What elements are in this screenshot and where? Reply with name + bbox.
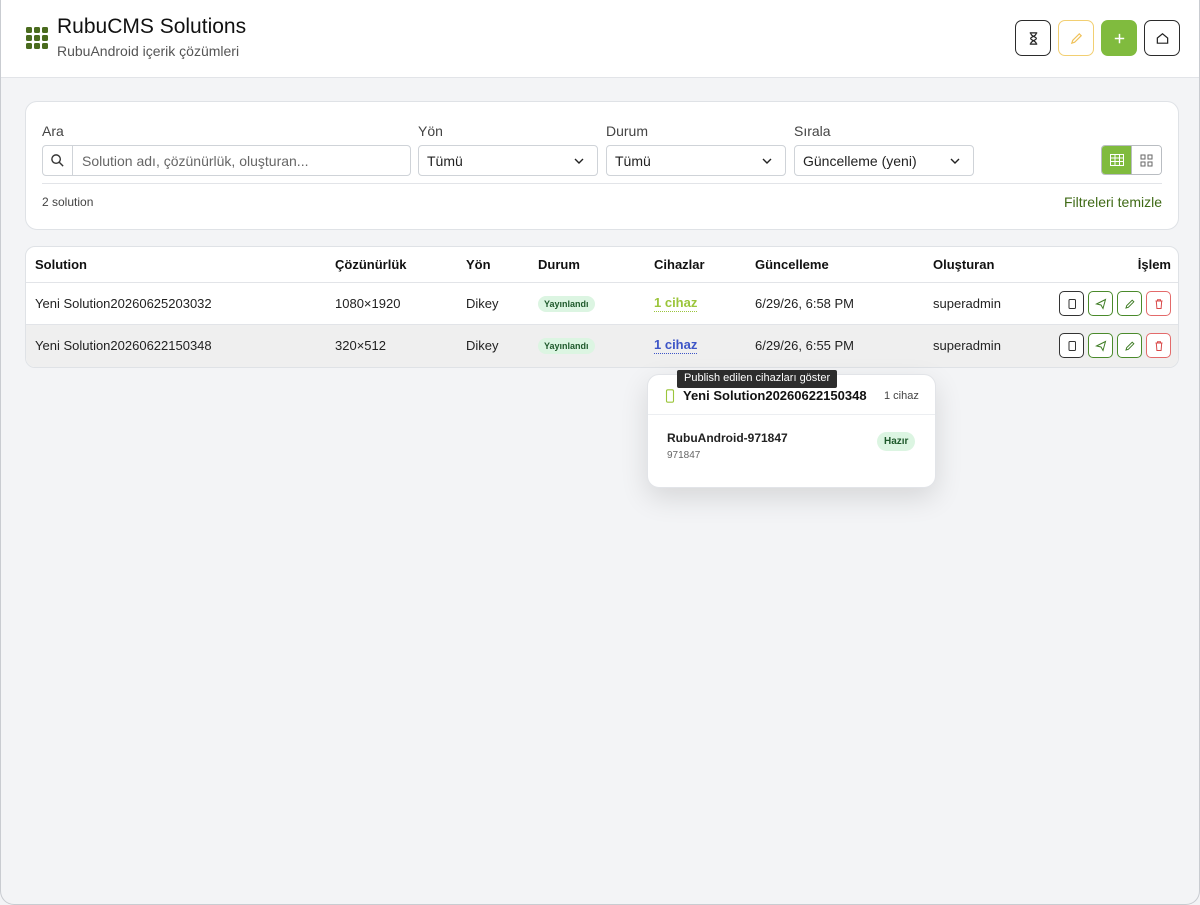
copy-icon	[1068, 340, 1076, 351]
status-value: Tümü	[615, 153, 651, 169]
edit-button[interactable]	[1117, 333, 1142, 358]
creator: superadmin	[933, 296, 1001, 311]
chevron-down-icon	[762, 158, 772, 164]
orientation-label: Yön	[418, 123, 443, 139]
page-subtitle: RubuAndroid içerik çözümleri	[57, 43, 240, 59]
updated-at: 6/29/26, 6:55 PM	[755, 338, 855, 353]
status-badge: Yayınlandı	[538, 296, 595, 312]
resolution: 320×512	[335, 338, 386, 353]
view-toggle	[1101, 145, 1162, 175]
updated-at: 6/29/26, 6:58 PM	[755, 296, 855, 311]
sort-label: Sırala	[794, 123, 831, 139]
grid-icon	[1140, 154, 1153, 166]
add-solution-button[interactable]	[1101, 20, 1137, 56]
col-solution[interactable]: Solution	[35, 257, 87, 272]
phone-icon	[665, 389, 675, 403]
trash-icon	[1155, 298, 1162, 309]
orientation: Dikey	[466, 338, 499, 353]
col-devices[interactable]: Cihazlar	[654, 257, 705, 272]
trash-icon	[1155, 340, 1162, 351]
filter-panel: Ara Yön Tümü Durum Tümü Sırala	[25, 101, 1179, 230]
hourglass-icon	[1029, 31, 1037, 45]
table-header: Solution Çözünürlük Yön Durum Cihazlar G…	[26, 247, 1178, 283]
home-icon	[1156, 32, 1168, 44]
delete-button[interactable]	[1146, 333, 1171, 358]
col-creator[interactable]: Oluşturan	[933, 257, 994, 272]
sort-value: Güncelleme (yeni)	[803, 153, 917, 169]
app-window: RubuCMS Solutions RubuAndroid içerik çöz…	[0, 0, 1200, 905]
top-header: RubuCMS Solutions RubuAndroid içerik çöz…	[1, 0, 1199, 78]
solution-name: Yeni Solution20260622150348	[35, 338, 212, 353]
pencil-icon	[1124, 340, 1135, 351]
device-id: 971847	[667, 450, 701, 461]
table-row[interactable]: Yeni Solution20260625203032 1080×1920 Di…	[26, 283, 1178, 325]
col-orientation[interactable]: Yön	[466, 257, 491, 272]
chevron-down-icon	[950, 158, 960, 164]
creator: superadmin	[933, 338, 1001, 353]
result-count: 2 solution	[42, 195, 94, 209]
orientation: Dikey	[466, 296, 499, 311]
device-name: RubuAndroid-971847	[667, 431, 788, 445]
copy-icon	[1068, 298, 1076, 309]
status-badge: Yayınlandı	[538, 338, 595, 354]
devices-link[interactable]: 1 cihaz	[654, 295, 698, 312]
plus-icon	[1114, 33, 1124, 43]
pencil-icon	[1124, 298, 1135, 309]
duplicate-button[interactable]	[1059, 291, 1084, 316]
popover-title: Yeni Solution20260622150348	[683, 388, 867, 403]
solution-name: Yeni Solution20260625203032	[35, 296, 212, 311]
col-status[interactable]: Durum	[538, 257, 580, 272]
publish-button[interactable]	[1088, 291, 1113, 316]
grid-view-button[interactable]	[1131, 146, 1161, 174]
resolution: 1080×1920	[335, 296, 401, 311]
search-label: Ara	[42, 123, 64, 139]
history-button[interactable]	[1015, 20, 1051, 56]
col-updated[interactable]: Güncelleme	[755, 257, 829, 272]
table-icon	[1109, 154, 1124, 166]
device-status-badge: Hazır	[877, 432, 916, 451]
pen-icon	[1070, 32, 1082, 44]
chevron-down-icon	[574, 158, 584, 164]
table-row[interactable]: Yeni Solution20260622150348 320×512 Dike…	[26, 325, 1178, 367]
popover-device-count: 1 cihaz	[884, 390, 919, 402]
clear-filters-link[interactable]: Filtreleri temizle	[1064, 194, 1162, 210]
devices-tooltip: Publish edilen cihazları göster	[677, 370, 838, 388]
col-actions: İşlem	[1137, 257, 1171, 272]
home-button[interactable]	[1144, 20, 1180, 56]
apps-grid-icon	[26, 27, 48, 49]
duplicate-button[interactable]	[1059, 333, 1084, 358]
filter-divider	[42, 183, 1162, 184]
edit-mode-button[interactable]	[1058, 20, 1094, 56]
edit-button[interactable]	[1117, 291, 1142, 316]
page-title: RubuCMS Solutions	[57, 15, 247, 38]
status-select[interactable]: Tümü	[606, 145, 786, 176]
table-view-button[interactable]	[1102, 146, 1132, 174]
devices-link[interactable]: 1 cihaz	[654, 337, 698, 354]
search-icon	[43, 146, 73, 175]
solutions-table: Solution Çözünürlük Yön Durum Cihazlar G…	[25, 246, 1179, 368]
orientation-select[interactable]: Tümü	[418, 145, 598, 176]
publish-button[interactable]	[1088, 333, 1113, 358]
search-input[interactable]	[74, 146, 410, 175]
col-resolution[interactable]: Çözünürlük	[335, 257, 407, 272]
delete-button[interactable]	[1146, 291, 1171, 316]
sort-select[interactable]: Güncelleme (yeni)	[794, 145, 974, 176]
orientation-value: Tümü	[427, 153, 463, 169]
send-icon	[1094, 298, 1106, 310]
devices-popover: Yeni Solution20260622150348 1 cihaz Rubu…	[647, 374, 936, 488]
search-field[interactable]	[42, 145, 411, 176]
send-icon	[1094, 340, 1106, 352]
status-label: Durum	[606, 123, 649, 139]
